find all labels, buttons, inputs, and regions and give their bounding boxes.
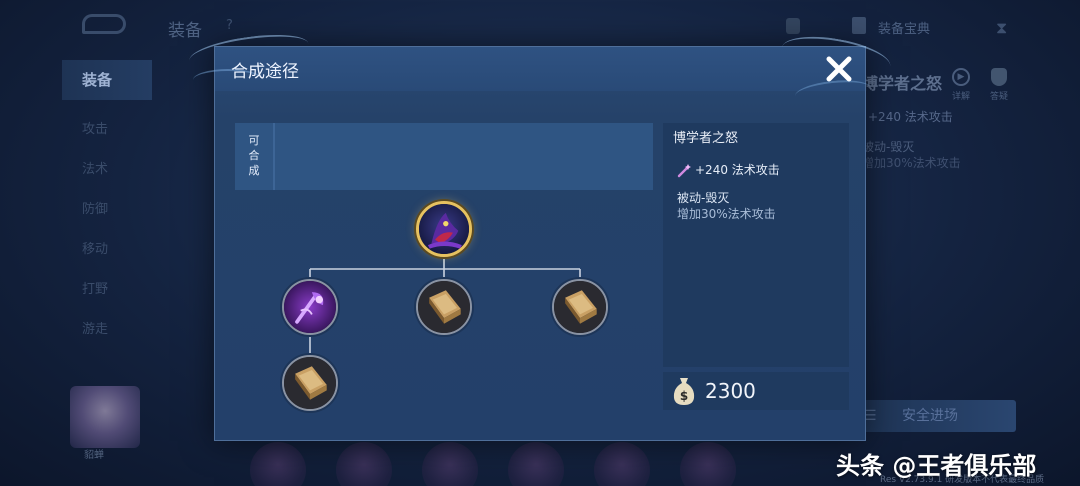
bottom-item-icon[interactable] <box>250 442 306 486</box>
back-arrow-icon[interactable] <box>82 14 126 34</box>
tree-child-item[interactable] <box>416 279 472 335</box>
bottom-item-icon[interactable] <box>680 442 736 486</box>
tree-root-item[interactable] <box>416 201 472 257</box>
recipe-tree <box>235 197 653 417</box>
item-name: 博学者之怒 <box>673 131 739 146</box>
background-item-passive: 被动-毁灭 <box>862 140 915 154</box>
item-passive-title: 被动-毁灭 <box>677 191 730 205</box>
sidebar-item-defense[interactable]: 防御 <box>62 190 152 230</box>
equipment-dictionary-link[interactable]: 装备宝典 <box>878 18 930 37</box>
bottom-item-icon[interactable] <box>508 442 564 486</box>
book-icon <box>418 281 470 333</box>
item-passive-desc: 增加30%法术攻击 <box>677 207 776 221</box>
dialog-title: 合成途径 <box>231 62 299 82</box>
gold-bag-icon: $ <box>673 378 695 405</box>
item-info-panel: 博学者之怒 +240 法术攻击 被动-毁灭 增加30%法术攻击 <box>663 123 849 367</box>
background-title: 装备 <box>168 21 202 41</box>
purple-staff-icon <box>284 281 336 333</box>
watermark: 头条 @王者俱乐部 <box>836 452 1037 480</box>
background-top-bar: 装备 ? 装备宝典 ⧗ <box>0 0 1080 50</box>
filter-icon[interactable] <box>786 18 800 34</box>
price-panel: $ 2300 <box>663 372 849 410</box>
background-sidebar: 装备 攻击 法术 防御 移动 打野 游走 <box>62 52 152 372</box>
qa-button[interactable]: 答疑 <box>986 68 1012 104</box>
tree-child-item[interactable] <box>282 279 338 335</box>
sidebar-item-movement[interactable]: 移动 <box>62 230 152 270</box>
dialog-header: 合成途径 <box>187 28 894 107</box>
sidebar-item-magic[interactable]: 法术 <box>62 150 152 190</box>
bottom-item-icon[interactable] <box>594 442 650 486</box>
background-bottom-items <box>250 442 810 486</box>
help-icon[interactable]: ? <box>226 18 233 33</box>
magic-wand-icon <box>677 163 691 177</box>
wizard-hat-icon <box>419 204 469 254</box>
close-button[interactable] <box>821 51 857 87</box>
background-item-passive-desc: 增加30%法术攻击 <box>862 156 961 170</box>
craftable-label: 可 合 成 <box>235 123 275 190</box>
price-value: 2300 <box>705 379 756 403</box>
hourglass-icon: ⧗ <box>996 18 1008 37</box>
tree-grandchild-item[interactable] <box>282 355 338 411</box>
background-item-stat: +240 法术攻击 <box>868 110 953 124</box>
book-icon <box>554 281 606 333</box>
explain-button[interactable]: ▶ 详解 <box>948 68 974 104</box>
sidebar-item-equipment[interactable]: 装备 <box>62 60 152 100</box>
sidebar-item-roam[interactable]: 游走 <box>62 310 152 350</box>
hero-name: 貂蝉 <box>84 450 104 461</box>
qa-icon <box>991 68 1007 86</box>
bottom-item-icon[interactable] <box>422 442 478 486</box>
close-x-icon <box>826 56 852 82</box>
bottom-item-icon[interactable] <box>336 442 392 486</box>
book-icon <box>284 357 336 409</box>
explain-label: 详解 <box>951 92 970 102</box>
qa-label: 答疑 <box>989 92 1008 102</box>
safe-enter-button[interactable]: 安全进场 <box>850 400 1016 432</box>
tree-child-item[interactable] <box>552 279 608 335</box>
play-icon: ▶ <box>952 68 970 86</box>
sidebar-item-jungle[interactable]: 打野 <box>62 270 152 310</box>
svg-text:$: $ <box>680 389 688 403</box>
crafting-path-dialog: 合成途径 可 合 成 博学者之怒 +240 法术攻击 被动-毁灭 增加30%法术… <box>187 28 894 441</box>
item-stat-text: +240 法术攻击 <box>695 163 780 177</box>
item-stat: +240 法术攻击 <box>677 161 780 178</box>
sidebar-item-attack[interactable]: 攻击 <box>62 110 152 150</box>
craftable-panel: 可 合 成 <box>235 123 653 190</box>
book-icon[interactable] <box>852 17 866 34</box>
hero-avatar[interactable] <box>70 386 140 448</box>
